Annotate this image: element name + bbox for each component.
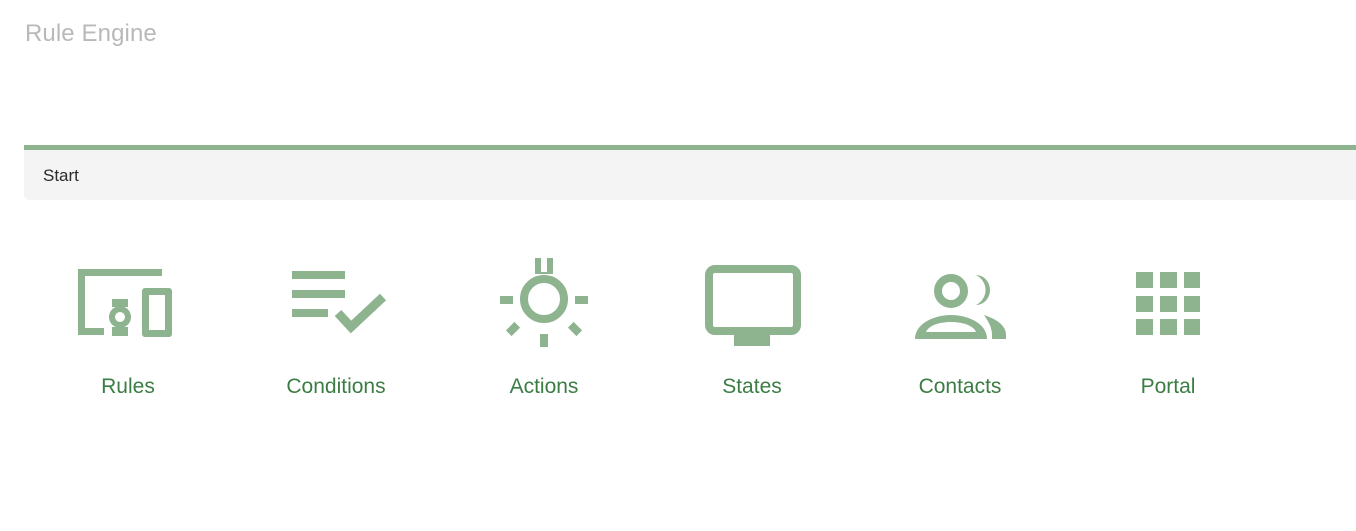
tile-conditions[interactable]: Conditions xyxy=(232,250,440,415)
tile-portal[interactable]: Portal xyxy=(1064,250,1272,415)
monitor-icon xyxy=(702,255,802,351)
grid-icon xyxy=(1118,255,1218,351)
app-root: Rule Engine Start Rules Conditions Actio… xyxy=(0,0,1356,531)
tile-label: Contacts xyxy=(918,375,1002,398)
devices-icon xyxy=(78,255,178,351)
contacts-icon xyxy=(910,255,1010,351)
tile-label: States xyxy=(722,375,782,398)
checklist-icon xyxy=(286,255,386,351)
breadcrumb-item-start[interactable]: Start xyxy=(43,166,79,186)
lightbulb-icon xyxy=(494,255,594,351)
tile-label: Portal xyxy=(1140,375,1196,398)
app-title: Rule Engine xyxy=(25,20,157,47)
tile-states[interactable]: States xyxy=(648,250,856,415)
tile-label: Rules xyxy=(101,375,155,398)
tile-label: Actions xyxy=(509,375,579,398)
tile-label: Conditions xyxy=(286,375,386,398)
tile-rules[interactable]: Rules xyxy=(24,250,232,415)
breadcrumb: Start xyxy=(24,150,1356,200)
tile-contacts[interactable]: Contacts xyxy=(856,250,1064,415)
tile-actions[interactable]: Actions xyxy=(440,250,648,415)
navigation-tiles: Rules Conditions Actions States Contacts… xyxy=(24,250,1314,420)
